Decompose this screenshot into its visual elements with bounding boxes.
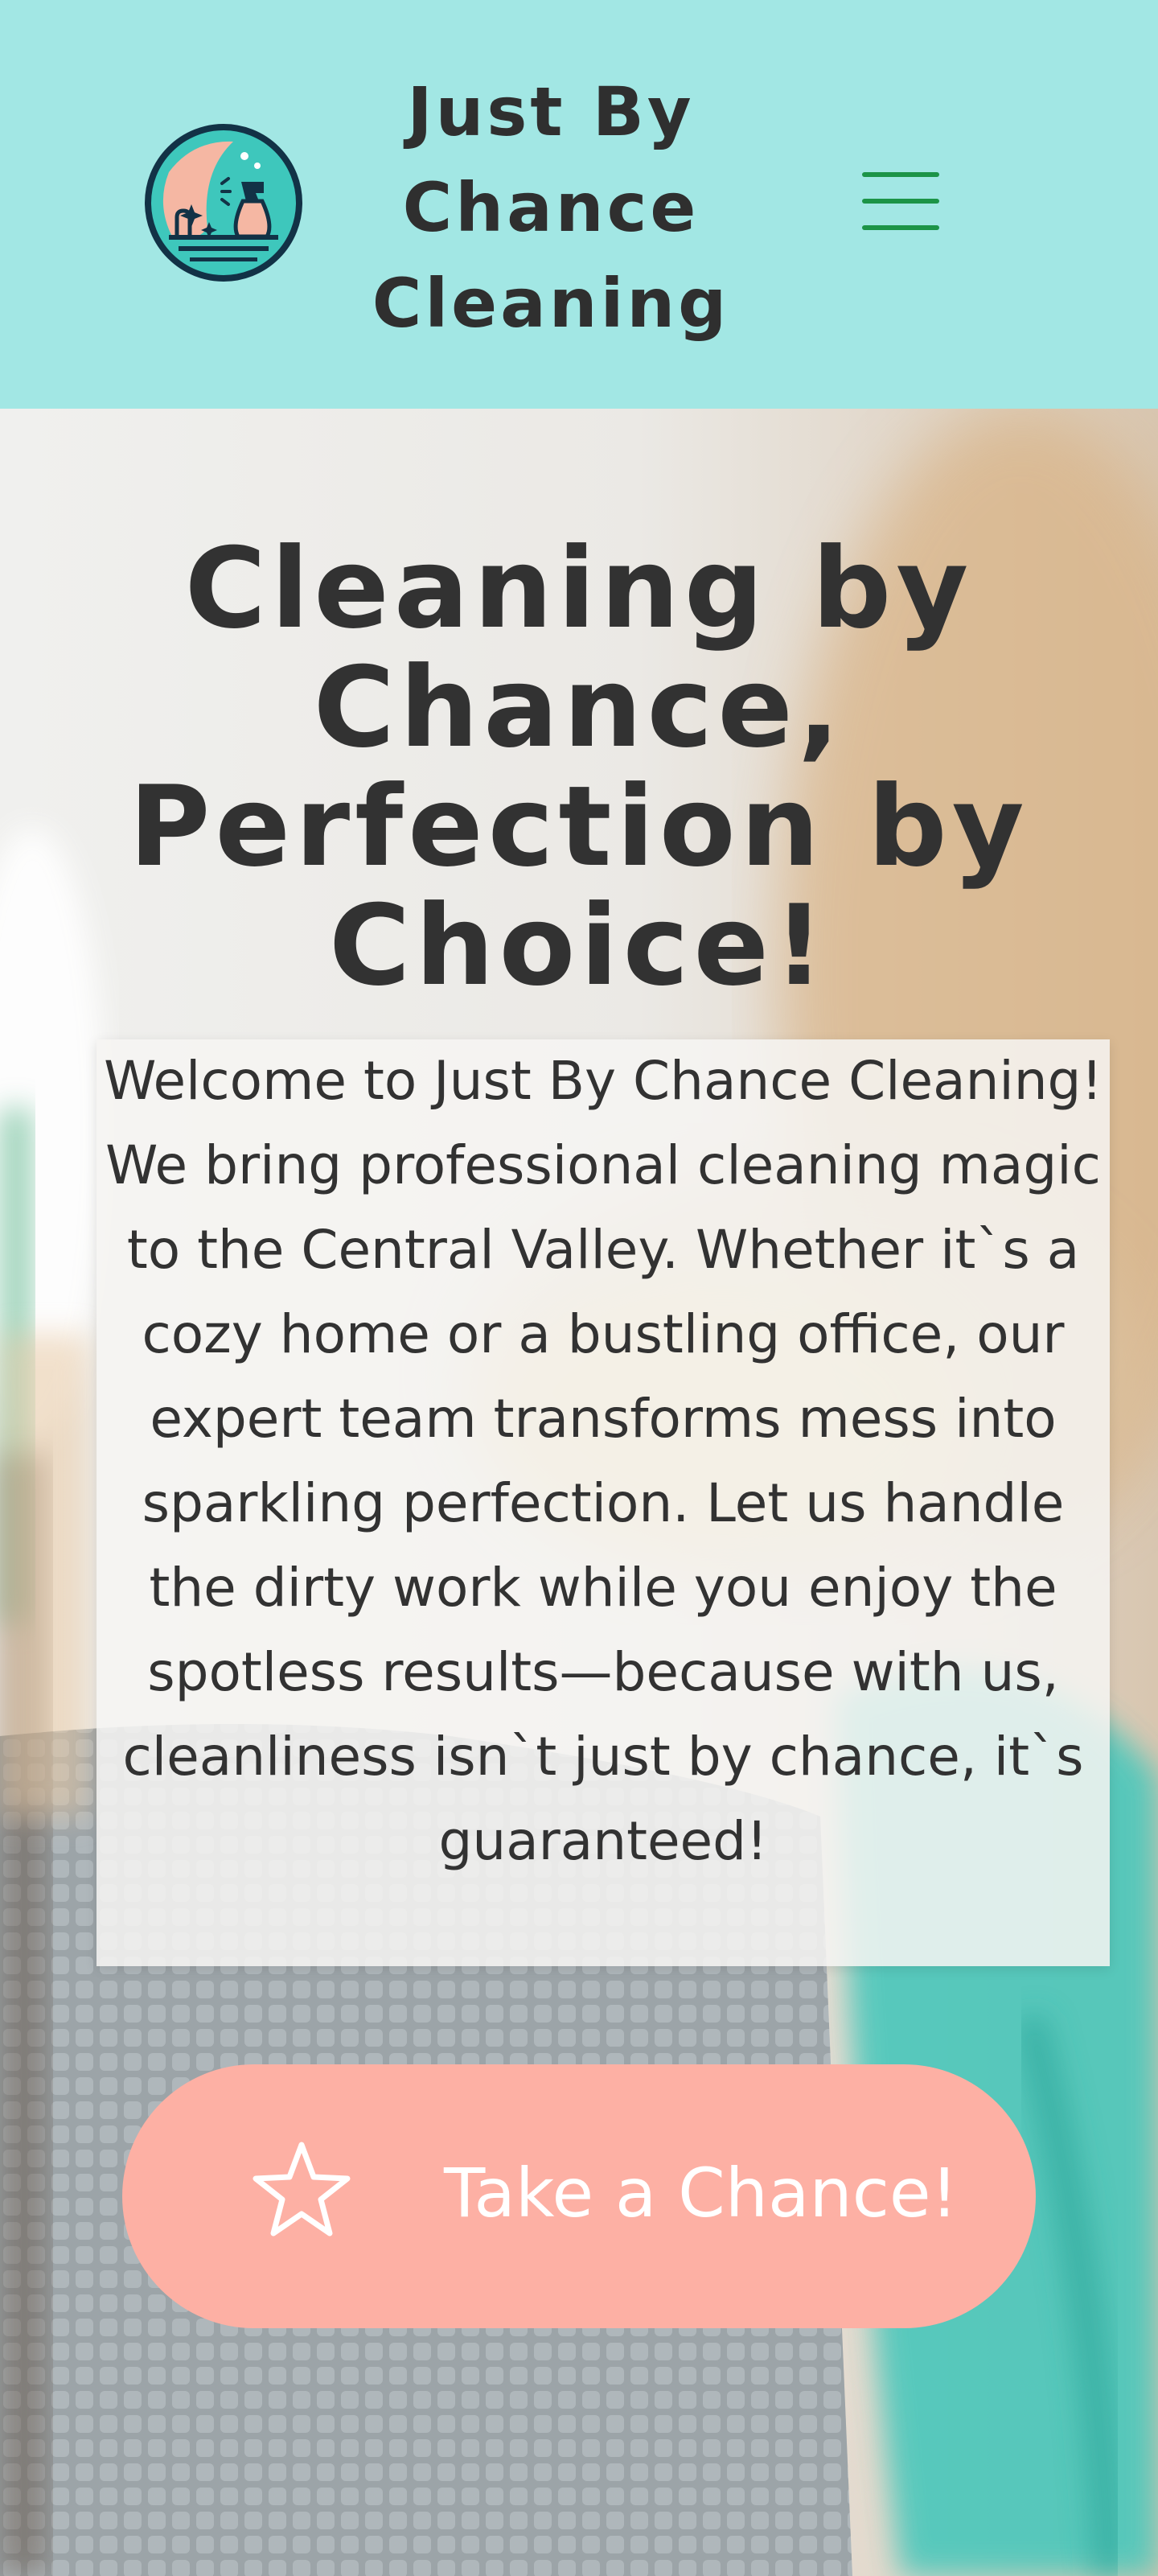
hero-section: Cleaning by Chance, Perfection by Choice… xyxy=(0,409,1158,2576)
welcome-box: Welcome to Just By Chance Cleaning! We b… xyxy=(96,1039,1110,1966)
take-a-chance-button[interactable]: Take a Chance! xyxy=(122,2064,1036,2328)
hero-title: Cleaning by Chance, Perfection by Choice… xyxy=(129,524,1029,1010)
site-header: Just By Chance Cleaning xyxy=(0,0,1158,409)
menu-line xyxy=(862,225,939,230)
hamburger-menu-icon[interactable] xyxy=(857,164,944,238)
star-icon xyxy=(249,2138,354,2243)
cta-label: Take a Chance! xyxy=(444,2154,959,2232)
welcome-text: Welcome to Just By Chance Cleaning! We b… xyxy=(104,1050,1103,1872)
menu-line xyxy=(862,199,939,204)
brand-name[interactable]: Just By Chance Cleaning xyxy=(354,64,748,352)
menu-line xyxy=(862,172,939,177)
spray-bottle-logo-icon[interactable] xyxy=(145,124,302,282)
